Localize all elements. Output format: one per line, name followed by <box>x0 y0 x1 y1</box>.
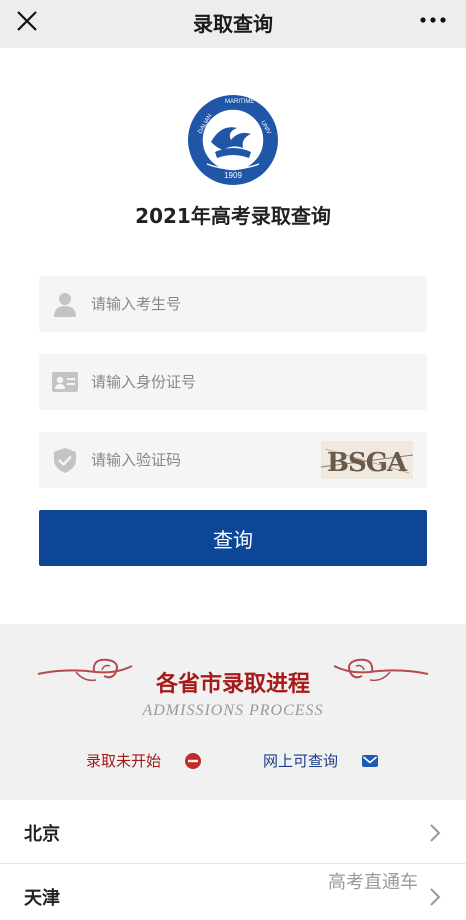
window-title: 录取查询 <box>193 12 273 36</box>
watermark: 高考直通车 <box>328 872 418 893</box>
mail-icon <box>362 755 378 767</box>
captcha-input[interactable] <box>91 432 311 488</box>
exam-number-input[interactable] <box>91 276 351 332</box>
legend-available: 网上可查询 <box>263 752 339 770</box>
top-bar: 录取查询 <box>0 0 466 48</box>
shield-check-icon <box>54 448 76 473</box>
id-number-field <box>39 354 427 410</box>
legend-not-started: 录取未开始 <box>86 752 162 770</box>
more-icon[interactable] <box>418 8 448 32</box>
page-title: 2021年高考录取查询 <box>135 204 331 228</box>
chevron-right-icon <box>430 824 441 842</box>
university-logo-icon: DALIAN MARITIME UNIV 1909 <box>188 95 278 185</box>
captcha-field: BSGA <box>39 432 427 488</box>
chevron-right-icon <box>430 888 441 906</box>
exam-number-field <box>39 276 427 332</box>
province-name: 天津 <box>24 888 60 909</box>
svg-text:1909: 1909 <box>224 171 242 180</box>
progress-title: 各省市录取进程 <box>155 671 310 697</box>
user-icon <box>54 293 76 317</box>
query-button[interactable]: 查询 <box>39 510 427 566</box>
svg-text:BSGA: BSGA <box>327 448 408 478</box>
captcha-image[interactable]: BSGA <box>321 441 413 479</box>
province-row-beijing[interactable]: 北京 <box>0 800 466 864</box>
no-entry-icon <box>185 753 201 769</box>
svg-text:MARITIME: MARITIME <box>225 99 254 105</box>
admissions-progress-section: 各省市录取进程 ADMISSIONS PROCESS 录取未开始 网上可查询 <box>0 624 466 800</box>
id-card-icon <box>52 372 78 392</box>
id-number-input[interactable] <box>91 354 351 410</box>
progress-subtitle: ADMISSIONS PROCESS <box>142 702 324 719</box>
province-name: 北京 <box>24 824 60 845</box>
